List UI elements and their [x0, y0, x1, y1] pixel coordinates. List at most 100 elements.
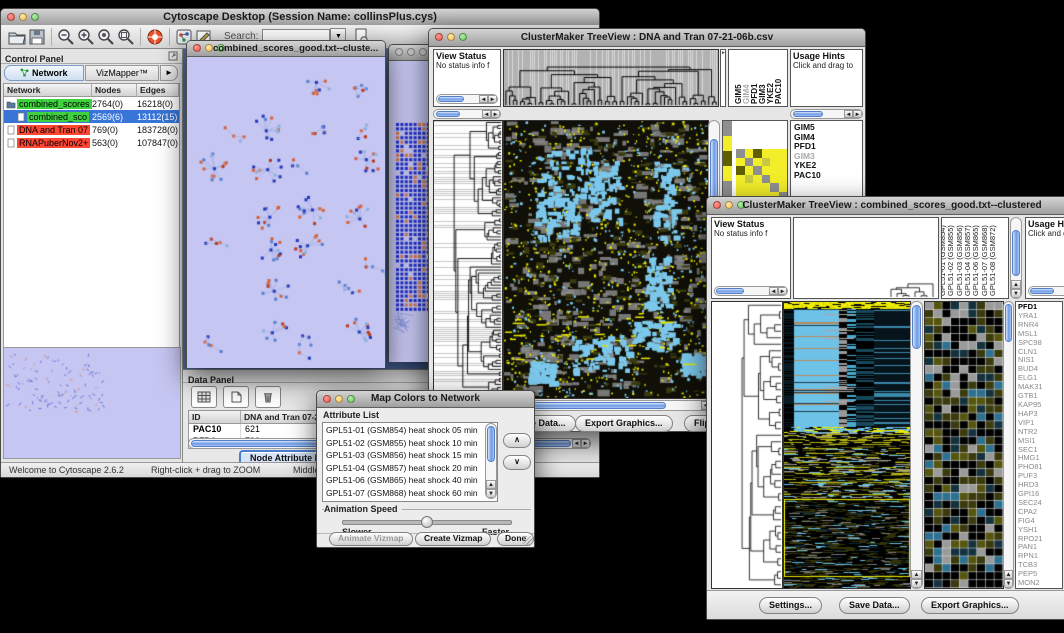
close-icon[interactable]: [7, 13, 15, 21]
scroll-right-icon[interactable]: ►: [488, 95, 497, 103]
tab-network[interactable]: Network: [4, 65, 84, 81]
id-col-header[interactable]: ID: [189, 411, 241, 424]
network-table-row[interactable]: DNA and Tran 07769(0)183728(0): [4, 123, 179, 136]
horizontal-scrollbar[interactable]: ◄►: [790, 109, 863, 119]
tv2-zoom-heatmap[interactable]: [924, 301, 1004, 589]
scroll-right-icon[interactable]: ►: [581, 439, 590, 448]
close-icon[interactable]: [435, 33, 443, 41]
scroll-left-icon[interactable]: ◄: [844, 110, 853, 118]
row-label[interactable]: PAC10: [794, 171, 862, 181]
horizontal-scrollbar[interactable]: ◄►: [1028, 286, 1064, 296]
matrix-cell[interactable]: [736, 183, 745, 192]
matrix-cell[interactable]: [779, 183, 788, 192]
matrix-cell[interactable]: [770, 158, 779, 167]
vertical-scrollbar[interactable]: ▲▼: [1010, 217, 1022, 299]
matrix-cell[interactable]: [736, 166, 745, 175]
scroll-right-icon[interactable]: ►: [853, 110, 862, 118]
attribute-item[interactable]: GPL51-02 (GSM855) heat shock 10 min: [324, 437, 485, 450]
scrollbar-thumb[interactable]: [487, 426, 495, 462]
matrix-cell[interactable]: [753, 183, 762, 192]
matrix-cell[interactable]: [762, 183, 771, 192]
scroll-left-icon[interactable]: ◄: [482, 110, 491, 118]
scrollbar-thumb[interactable]: [793, 111, 823, 117]
horizontal-scrollbar[interactable]: ◄►: [714, 286, 788, 296]
horizontal-scrollbar[interactable]: ◄►: [433, 109, 501, 119]
matrix-cell[interactable]: [779, 175, 788, 184]
scroll-down-icon[interactable]: ▼: [1011, 289, 1021, 298]
network-name-cell[interactable]: combined_scores: [4, 99, 92, 109]
network-name-cell[interactable]: DNA and Tran 07: [4, 125, 92, 135]
tv2-button-save-data[interactable]: Save Data...: [839, 597, 910, 614]
matrix-cell[interactable]: [736, 158, 745, 167]
horizontal-scrollbar[interactable]: ◄►: [436, 94, 498, 104]
float-panel-icon[interactable]: [168, 51, 178, 61]
matrix-cell[interactable]: [736, 175, 745, 184]
column-label[interactable]: GPL51-02 (GSM855): [946, 225, 955, 296]
scroll-up-icon[interactable]: ▲: [911, 570, 922, 579]
close-icon[interactable]: [323, 395, 331, 403]
tv2-button-settings[interactable]: Settings...: [759, 597, 822, 614]
scroll-down-icon[interactable]: ▼: [1004, 579, 1013, 588]
scroll-right-icon[interactable]: ►: [778, 287, 787, 295]
zoom-selected-icon[interactable]: [96, 27, 116, 47]
network-table-row[interactable]: combined_scores2764(0)16218(0): [4, 97, 179, 110]
column-label[interactable]: GPL51-06 (GSM865): [971, 225, 980, 296]
matrix-cell[interactable]: [770, 149, 779, 158]
minimize-icon[interactable]: [205, 44, 213, 52]
vertical-scrollbar[interactable]: ▲▼: [1003, 301, 1014, 589]
matrix-cell[interactable]: [745, 158, 754, 167]
matrix-cell[interactable]: [753, 158, 762, 167]
matrix-cell[interactable]: [753, 175, 762, 184]
scrollbar-thumb[interactable]: [1005, 304, 1012, 342]
minimize-icon[interactable]: [725, 201, 733, 209]
attribute-item[interactable]: GPL51-01 (GSM854) heat shock 05 min: [324, 424, 485, 437]
tv1-heatmap[interactable]: [503, 120, 709, 399]
tv2-global-heatmap[interactable]: [783, 301, 911, 589]
network-canvas-1[interactable]: [187, 57, 385, 368]
scroll-left-icon[interactable]: ◄: [769, 287, 778, 295]
matrix-cell[interactable]: [762, 158, 771, 167]
horizontal-scrollbar[interactable]: ◄►: [503, 400, 720, 411]
resize-grip[interactable]: [523, 536, 533, 546]
main-title-bar[interactable]: Cytoscape Desktop (Session Name: collins…: [1, 9, 599, 26]
minimize-icon[interactable]: [19, 13, 27, 21]
tv1-title-bar[interactable]: ClusterMaker TreeView : DNA and Tran 07-…: [429, 29, 865, 47]
minimize-icon[interactable]: [447, 33, 455, 41]
network-table-row[interactable]: combined_sco2569(6)13112(15): [4, 110, 179, 123]
birdseye-view[interactable]: [3, 347, 181, 459]
tv1-column-dendrogram[interactable]: [503, 49, 719, 107]
animation-speed-slider[interactable]: [342, 520, 512, 525]
vertical-scrollbar[interactable]: ▲▼: [485, 423, 497, 499]
attribute-list[interactable]: GPL51-01 (GSM854) heat shock 05 minGPL51…: [322, 422, 498, 502]
animate-vizmap-button[interactable]: Animate Vizmap: [329, 532, 413, 546]
tab-vizmapper[interactable]: VizMapper™: [85, 65, 159, 81]
matrix-cell[interactable]: [770, 175, 779, 184]
matrix-cell[interactable]: [745, 166, 754, 175]
scrollbar-thumb[interactable]: [912, 305, 921, 349]
scroll-down-icon[interactable]: ▼: [486, 489, 496, 498]
scroll-up-icon[interactable]: ▲: [1011, 280, 1021, 289]
attribute-item[interactable]: GPL51-03 (GSM856) heat shock 15 min: [324, 449, 485, 462]
matrix-cell[interactable]: [736, 149, 745, 158]
matrix-cell[interactable]: [762, 175, 771, 184]
delete-attribute-icon[interactable]: [255, 386, 281, 408]
edges-col-header[interactable]: Edges: [137, 84, 179, 97]
move-down-button[interactable]: ∨: [503, 455, 531, 470]
dialog-title-bar[interactable]: Map Colors to Network: [317, 391, 534, 408]
scrollbar-thumb[interactable]: [716, 288, 744, 294]
tab-overflow-arrow[interactable]: ►: [160, 65, 178, 81]
new-attribute-icon[interactable]: [223, 386, 249, 408]
network-table-row[interactable]: RNAPuberNov2+563(0)107847(0): [4, 136, 179, 149]
matrix-cell[interactable]: [745, 175, 754, 184]
scroll-right-icon[interactable]: ►: [491, 110, 500, 118]
minimize-icon[interactable]: [407, 48, 415, 56]
move-up-button[interactable]: ∧: [503, 433, 531, 448]
matrix-cell[interactable]: [745, 149, 754, 158]
tv2-row-dendrogram[interactable]: [711, 301, 783, 589]
matrix-cell[interactable]: [745, 183, 754, 192]
help-ring-icon[interactable]: [145, 27, 165, 47]
zoom-in-icon[interactable]: [76, 27, 96, 47]
slider-thumb[interactable]: [421, 516, 433, 528]
zoom-out-icon[interactable]: [56, 27, 76, 47]
vertical-scrollbar[interactable]: ▲▼: [910, 301, 923, 589]
